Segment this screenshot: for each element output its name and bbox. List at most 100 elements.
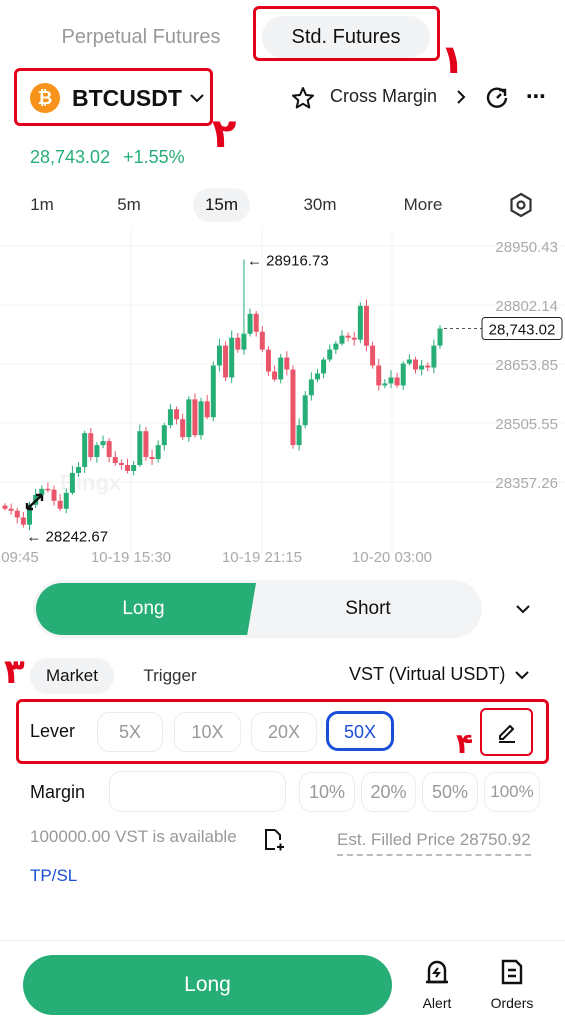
currency-label: VST (Virtual USDT) — [349, 664, 506, 684]
lever-5x[interactable]: 5X — [97, 712, 163, 752]
alert-button[interactable]: Alert — [412, 958, 462, 1011]
margin-20-percent[interactable]: 20% — [361, 772, 416, 812]
candle-body — [241, 333, 247, 350]
candle-body — [437, 328, 443, 346]
chevron-right-icon — [457, 89, 466, 104]
candle-body — [259, 331, 265, 350]
refresh-icon[interactable] — [484, 85, 510, 111]
margin-10-percent[interactable]: 10% — [299, 772, 355, 812]
cross-margin-button[interactable]: Cross Margin — [330, 86, 469, 107]
candle-body — [143, 431, 149, 458]
margin-mode-label: Cross Margin — [330, 86, 438, 106]
candle-body — [223, 345, 229, 378]
more-options-icon[interactable]: ⋯ — [526, 84, 546, 109]
candle-body — [284, 357, 290, 370]
candlestick-chart[interactable]: 28950.43 28802.14 28653.85 28505.55 28357.26… — [0, 228, 565, 568]
candle-body — [296, 425, 302, 446]
last-price: 28,743.02 — [30, 147, 111, 167]
bitcoin-icon: ₿ — [30, 83, 60, 113]
annotation-number-1: ۱ — [440, 37, 465, 83]
candle-body — [321, 359, 327, 374]
interval-1m[interactable]: 1m — [22, 188, 62, 222]
candle-body — [400, 363, 406, 386]
margin-input[interactable] — [109, 771, 286, 812]
candle-body — [412, 359, 418, 370]
candle-body — [229, 337, 235, 378]
star-icon[interactable] — [291, 86, 315, 110]
candle-body — [57, 500, 63, 509]
x-tick-label: 10-19 15:30 — [91, 549, 171, 566]
orders-button[interactable]: Orders — [484, 958, 540, 1011]
candle-body — [357, 305, 363, 340]
candle-body — [425, 365, 431, 368]
candle-body — [370, 345, 376, 366]
lever-label: Lever — [30, 721, 76, 741]
x-tick-label: 09:45 — [1, 549, 39, 566]
margin-50-percent[interactable]: 50% — [422, 772, 478, 812]
interval-15m[interactable]: 15m — [193, 188, 250, 222]
annotation-number-2: ۲ — [212, 111, 237, 157]
candle-body — [272, 371, 278, 380]
low-price-label: ← 28242.67 — [26, 529, 108, 546]
tab-perpetual-futures[interactable]: Perpetual Futures — [40, 16, 242, 58]
add-funds-icon[interactable] — [263, 828, 285, 852]
lever-10x[interactable]: 10X — [174, 712, 241, 752]
long-submit-button[interactable]: Long — [23, 955, 392, 1015]
candle-body — [88, 433, 94, 458]
tpsl-link[interactable]: TP/SL — [30, 866, 77, 886]
candle-body — [2, 505, 8, 509]
candle-body — [406, 359, 412, 364]
candle-body — [167, 409, 173, 426]
candle-body — [69, 472, 75, 493]
candle-body — [174, 409, 180, 420]
candle-body — [8, 508, 14, 511]
candle-body — [278, 357, 284, 380]
candle-body — [308, 379, 314, 396]
candle-body — [290, 369, 296, 446]
candle-body — [265, 349, 271, 372]
lever-50x[interactable]: 50X — [326, 711, 394, 751]
candle-body — [137, 431, 143, 465]
margin-label: Margin — [30, 782, 86, 802]
candle-body — [149, 457, 155, 460]
candle-body — [112, 457, 118, 464]
pencil-icon — [499, 725, 515, 743]
side-toggle: Long Short — [33, 580, 482, 638]
chevron-down-icon — [190, 94, 204, 103]
candle-body — [118, 463, 124, 465]
edit-lever-button[interactable] — [482, 709, 532, 755]
candle-body — [76, 466, 82, 473]
tab-std-futures[interactable]: Std. Futures — [262, 16, 430, 58]
annotation-number-4: ۴ — [456, 727, 474, 760]
interval-more[interactable]: More — [395, 188, 451, 222]
orders-icon — [501, 959, 523, 985]
candle-body — [345, 335, 351, 338]
chevron-down-icon[interactable] — [514, 600, 532, 618]
last-price-tag-label: 28,743.02 — [489, 322, 556, 339]
margin-100-percent[interactable]: 100% — [484, 772, 540, 812]
candle-body — [339, 335, 345, 344]
currency-selector[interactable]: VST (Virtual USDT) — [349, 664, 531, 685]
candle-body — [131, 464, 137, 471]
candle-body — [253, 313, 259, 332]
interval-30m[interactable]: 30m — [295, 188, 345, 222]
interval-5m[interactable]: 5m — [108, 188, 150, 222]
short-tab[interactable]: Short — [258, 583, 478, 635]
chart-settings-icon[interactable] — [508, 192, 534, 218]
candle-body — [419, 365, 425, 370]
symbol-selector[interactable]: ₿ BTCUSDT — [30, 82, 206, 114]
annotation-number-3: ۳ — [4, 652, 25, 692]
lever-20x[interactable]: 20X — [251, 712, 317, 752]
candle-body — [394, 377, 400, 386]
candle-body — [204, 401, 210, 418]
alert-label: Alert — [422, 995, 452, 1011]
order-type-trigger[interactable]: Trigger — [130, 658, 210, 694]
candle-body — [382, 383, 388, 386]
y-tick-label: 28802.14 — [495, 298, 558, 315]
order-type-market[interactable]: Market — [30, 658, 114, 694]
est-filled-price[interactable]: Est. Filled Price 28750.92 — [337, 830, 531, 856]
candle-body — [106, 441, 112, 458]
price-change: +1.55% — [123, 147, 185, 167]
candle-body — [94, 445, 100, 458]
candle-body — [210, 365, 216, 418]
